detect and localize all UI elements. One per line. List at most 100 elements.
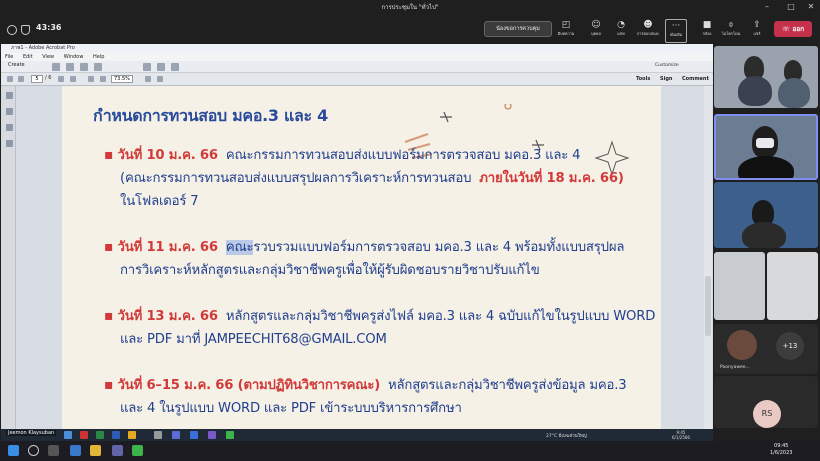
page-thumbnails-icon[interactable] bbox=[6, 92, 13, 99]
page-total: / 6 bbox=[45, 75, 52, 81]
acrobat-title: ภาพ1 - Adobe Acrobat Pro bbox=[1, 44, 713, 53]
prev-page-icon[interactable] bbox=[7, 76, 13, 82]
toolbar-item-share[interactable]: ⇪ แชร์ bbox=[746, 19, 768, 43]
sign-icon[interactable] bbox=[171, 63, 179, 71]
participant-video-2-active[interactable] bbox=[714, 114, 818, 180]
camera-icon: ■ bbox=[702, 20, 712, 30]
edge-taskbar-icon[interactable] bbox=[70, 445, 81, 456]
menu-help[interactable]: Help bbox=[93, 54, 104, 60]
schedule-item-1: ▪ วันที่ 10 ม.ค. 66 คณะกรรมการทวนสอบส่งแ… bbox=[104, 147, 581, 163]
zoom-in-icon[interactable] bbox=[100, 76, 106, 82]
teams-taskbar-icon[interactable] bbox=[112, 445, 123, 456]
weather-widget: 27°C มีเมฆส่วนใหญ่ bbox=[546, 434, 587, 439]
page-number-input[interactable]: 5 bbox=[31, 75, 43, 83]
schedule-item-3-line2: และ PDF มาที่ JAMPEECHIT68@GMAIL.COM bbox=[120, 332, 387, 347]
attachments-icon[interactable] bbox=[6, 124, 13, 131]
recording-icon bbox=[7, 25, 17, 35]
react-icon: ☻ bbox=[643, 20, 653, 30]
leave-button[interactable]: ☏ ออก bbox=[774, 21, 812, 37]
hand-tool-icon[interactable] bbox=[70, 76, 76, 82]
people-icon: ☺ bbox=[591, 20, 601, 30]
create-button[interactable]: Create bbox=[8, 62, 25, 68]
sign-link[interactable]: Sign bbox=[660, 76, 672, 82]
meeting-timer: 43:36 bbox=[36, 23, 62, 32]
search-icon[interactable] bbox=[28, 445, 39, 456]
toolbar-item-2[interactable]: ◔ แชท bbox=[610, 19, 632, 43]
menu-edit[interactable]: Edit bbox=[23, 54, 33, 60]
navigation-pane bbox=[1, 86, 16, 429]
windows-start-icon[interactable] bbox=[8, 445, 19, 456]
menu-window[interactable]: Window bbox=[64, 54, 84, 60]
teams-icon bbox=[172, 431, 180, 439]
participant-video-3[interactable] bbox=[714, 182, 818, 248]
edge-icon bbox=[64, 431, 72, 439]
email-icon[interactable] bbox=[94, 63, 102, 71]
toolbar-item-mic[interactable]: ⌽ ไมโครโฟน bbox=[720, 19, 742, 43]
meeting-title: การประชุมใน "ทั่วไป" bbox=[381, 4, 439, 11]
chat-icon: ◰ bbox=[561, 20, 571, 30]
gear-icon[interactable] bbox=[143, 63, 151, 71]
toolbar-item-1[interactable]: ☺ บุคคล bbox=[585, 19, 607, 43]
menu-file[interactable]: File bbox=[5, 54, 13, 60]
minimize-icon[interactable]: – bbox=[760, 2, 774, 11]
save-icon[interactable] bbox=[66, 63, 74, 71]
fit-width-icon[interactable] bbox=[157, 76, 163, 82]
customize-dropdown[interactable]: Customize bbox=[655, 63, 679, 68]
acrobat-icon bbox=[80, 431, 88, 439]
acrobat-toolbar-1 bbox=[1, 61, 713, 73]
phone-icon: ☏ bbox=[781, 25, 793, 33]
schedule-item-2-line2: การวิเคราะห์หลักสูตรและกลุ่มวิชาชีพครูเพ… bbox=[120, 263, 540, 278]
avatar[interactable] bbox=[727, 330, 757, 360]
presenter-taskbar bbox=[1, 429, 713, 441]
app-icon-2 bbox=[190, 431, 198, 439]
more-participants-button[interactable]: +13 bbox=[776, 332, 804, 360]
maximize-icon[interactable]: □ bbox=[784, 2, 798, 11]
mic-off-icon: ⌽ bbox=[728, 20, 734, 30]
task-view-icon[interactable] bbox=[48, 445, 59, 456]
select-tool-icon[interactable] bbox=[58, 76, 64, 82]
excel-icon bbox=[96, 431, 104, 439]
participant-video-5[interactable] bbox=[767, 252, 818, 320]
zoom-level-input[interactable]: 73.5% bbox=[111, 75, 133, 83]
comment-icon[interactable] bbox=[157, 63, 165, 71]
participant-video-4[interactable] bbox=[714, 252, 765, 320]
vertical-scrollbar[interactable] bbox=[704, 86, 712, 429]
close-icon[interactable]: ✕ bbox=[804, 2, 818, 11]
toolbar-item-3[interactable]: ☻ การตอบสนอง bbox=[637, 19, 659, 43]
tools-link[interactable]: Tools bbox=[636, 76, 650, 82]
presenter-clock: 9:45 6/1/2566 bbox=[672, 430, 690, 440]
request-control-button[interactable]: น้องขอการควบคุม bbox=[484, 21, 552, 37]
acrobat-menu-bar: File Edit View Window Help bbox=[1, 53, 713, 61]
selected-text[interactable]: คณะ bbox=[225, 240, 254, 255]
zoom-out-icon[interactable] bbox=[88, 76, 94, 82]
line-taskbar-icon[interactable] bbox=[132, 445, 143, 456]
face-mask bbox=[756, 138, 774, 148]
scrollbar-thumb[interactable] bbox=[705, 276, 711, 336]
bookmarks-icon[interactable] bbox=[6, 108, 13, 115]
schedule-item-4-line2: และ 4 ในรูปแบบ WORD และ PDF เข้าระบบบริห… bbox=[120, 401, 462, 416]
participant-body bbox=[778, 78, 810, 108]
print-icon[interactable] bbox=[80, 63, 88, 71]
shield-icon bbox=[21, 25, 30, 35]
chat-bubble-icon: ◔ bbox=[617, 20, 625, 30]
bullet-icon: ▪ bbox=[104, 239, 118, 255]
screen: การประชุมใน "ทั่วไป" – □ ✕ 43:36 น้องขอก… bbox=[0, 0, 820, 461]
fit-page-icon[interactable] bbox=[145, 76, 151, 82]
windows-taskbar bbox=[0, 441, 820, 461]
acrobat-toolbar-2 bbox=[1, 73, 713, 86]
signatures-icon[interactable] bbox=[6, 140, 13, 147]
next-page-icon[interactable] bbox=[18, 76, 24, 82]
participant-body bbox=[738, 156, 794, 178]
initials-avatar[interactable]: RS bbox=[753, 400, 781, 428]
participant-video-1[interactable] bbox=[714, 46, 818, 108]
comment-link[interactable]: Comment bbox=[682, 76, 709, 82]
explorer-icon[interactable] bbox=[90, 445, 101, 456]
pdf-page: กำหนดการทวนสอบ มคอ.3 และ 4 ▪ วันที่ 10 ม… bbox=[62, 86, 661, 429]
menu-view[interactable]: View bbox=[42, 54, 54, 60]
toolbar-item-more[interactable]: ··· เพิ่มเติม bbox=[665, 19, 687, 43]
schedule-item-1-line3: ในโฟลเดอร์ 7 bbox=[120, 194, 199, 209]
open-icon[interactable] bbox=[52, 63, 60, 71]
toolbar-item-camera[interactable]: ■ กล้อง bbox=[696, 19, 718, 43]
toolbar-item-0[interactable]: ◰ มีบทความ bbox=[555, 19, 577, 43]
line-icon bbox=[226, 431, 234, 439]
